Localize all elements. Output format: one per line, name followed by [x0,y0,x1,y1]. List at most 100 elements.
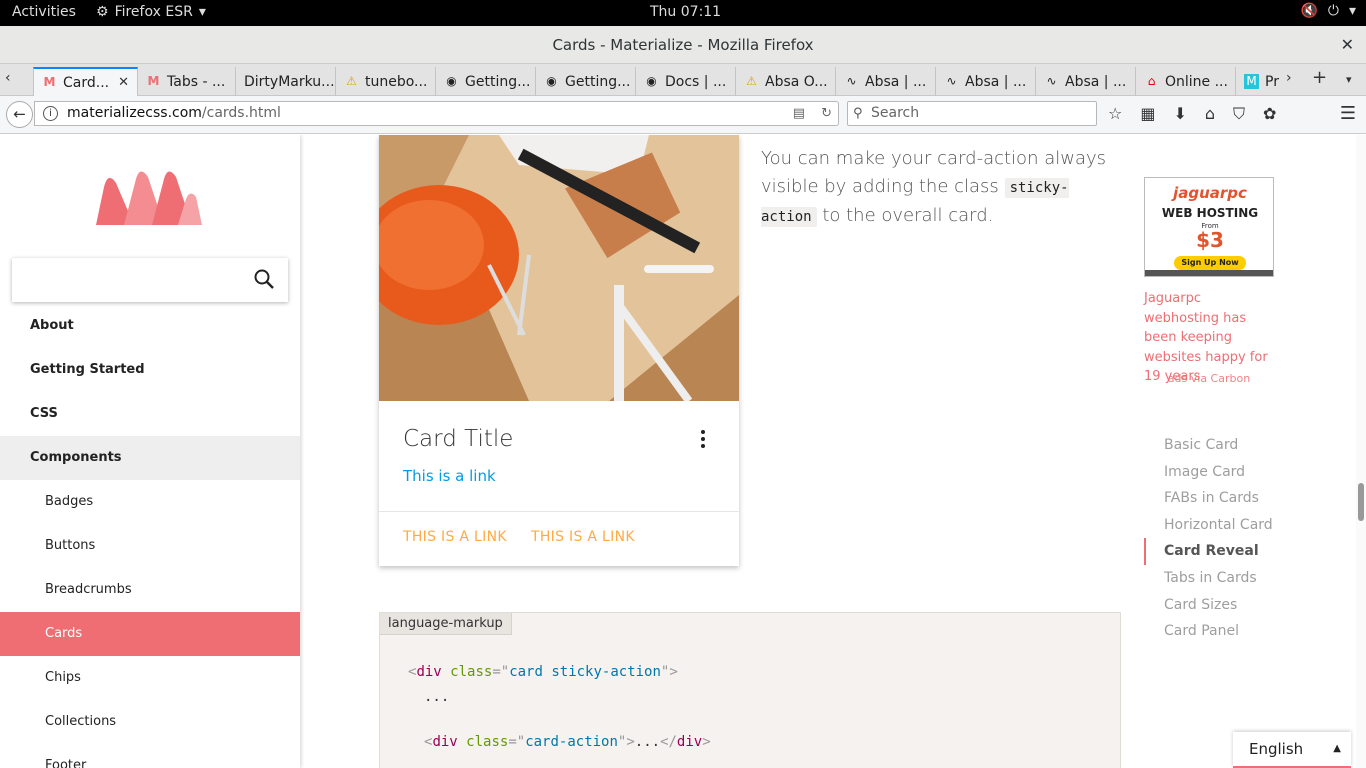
toc-item-fabs-in-cards[interactable]: FABs in Cards [1144,485,1304,512]
code-language-label: language-markup [380,613,512,635]
tab-online[interactable]: ⌂ Online ... [1136,67,1236,96]
toc-item-card-reveal[interactable]: Card Reveal [1144,538,1304,565]
tab-scroll-left-icon[interactable]: ‹ [5,70,11,86]
navigation-toolbar: ← i materializecss.com/cards.html ▤ ↻ ⚲ … [0,96,1366,134]
window-close-button[interactable]: ✕ [1341,26,1354,64]
reload-icon[interactable]: ↻ [821,102,832,125]
tab-getting-2[interactable]: ◉ Getting... [536,67,636,96]
tab-tabs[interactable]: M Tabs - ... [138,67,236,96]
toc-item-horizontal-card[interactable]: Horizontal Card [1144,512,1304,539]
search-placeholder: Search [871,105,920,121]
search-input[interactable]: ⚲ Search [847,101,1097,126]
sidebar-item-collections[interactable]: Collections [0,700,300,744]
app-menu[interactable]: ⚙ Firefox ESR ▾ [96,4,206,20]
sidebar-item-badges[interactable]: Badges [0,480,300,524]
card-link[interactable]: This is a link [403,467,496,485]
site-info-icon[interactable]: i [43,106,58,121]
system-tray[interactable]: 🔇 ⏻ ▾ [1300,3,1356,19]
online-favicon-icon: ⌂ [1147,74,1156,88]
tab-scroll-right-icon[interactable]: › [1286,70,1292,86]
tab-dirtymarkup[interactable]: DirtyMarku... [236,67,336,96]
sidebar-item-breadcrumbs[interactable]: Breadcrumbs [0,568,300,612]
activities-button[interactable]: Activities [12,4,76,20]
scrollbar-thumb[interactable] [1358,483,1364,521]
reader-view-icon[interactable]: ▤ [793,102,805,125]
tab-label: tunebo... [365,73,428,90]
page-scrollbar[interactable] [1356,135,1366,768]
materialize-logo[interactable] [94,165,204,227]
toc-item-tabs-in-cards[interactable]: Tabs in Cards [1144,565,1304,592]
ad-brand: jaguarpc [1173,184,1247,202]
tab-docs[interactable]: ◉ Docs | ... [636,67,736,96]
carbon-ad-image[interactable]: jaguarpc WEB HOSTING From $3 Sign Up Now [1144,177,1274,277]
sidebar-item-cards[interactable]: Cards [0,612,300,656]
side-nav: About Getting Started CSS Components Bad… [0,135,300,768]
materialize-favicon-icon: M [43,75,56,89]
code-line-3: <div class="card-action">...</div> [424,734,711,750]
sidebar-item-getting-started[interactable]: Getting Started [0,348,300,392]
language-value: English [1249,740,1304,758]
search-icon[interactable] [252,267,276,291]
extension-icon[interactable]: ✿ [1263,104,1276,124]
url-bar[interactable]: i materializecss.com/cards.html ▤ ↻ [34,101,839,126]
sidebar-search-input[interactable] [12,258,288,302]
github-icon: ◉ [446,74,457,88]
back-button[interactable]: ← [6,101,33,128]
code-attr: class [466,734,509,750]
ad-cta-button[interactable]: Sign Up Now [1174,256,1246,270]
tab-label: Pr [1265,73,1279,90]
chevron-down-icon: ▾ [1348,3,1356,19]
absa-favicon-icon: ∿ [1046,74,1057,88]
sidebar-item-about[interactable]: About [0,304,300,348]
toc-item-basic-card[interactable]: Basic Card [1144,432,1304,459]
toc-item-image-card[interactable]: Image Card [1144,459,1304,486]
card-action-link-1[interactable]: THIS IS A LINK [403,529,507,545]
more-vert-icon[interactable] [697,428,709,454]
system-top-bar: Activities ⚙ Firefox ESR ▾ Thu 07:11 🔇 ⏻… [0,0,1366,26]
code-tag: div [416,664,442,680]
window-title: Cards - Materialize - Mozilla Firefox [552,36,814,54]
language-select[interactable]: English ▲ [1233,732,1351,768]
url-path: /cards.html [201,105,281,121]
clock[interactable]: Thu 07:11 [650,4,721,20]
tab-label: Absa | ... [1065,73,1127,90]
tab-label: Docs | ... [665,73,727,90]
sidebar-item-components[interactable]: Components [0,436,300,480]
sidebar-item-buttons[interactable]: Buttons [0,524,300,568]
web-page: About Getting Started CSS Components Bad… [0,135,1366,768]
github-icon: ◉ [646,74,657,88]
bookmark-star-icon[interactable]: ☆ [1108,104,1122,124]
sidebar-item-chips[interactable]: Chips [0,656,300,700]
hamburger-menu-icon[interactable]: ☰ [1340,103,1356,124]
tab-absa-2[interactable]: ∿ Absa | ... [936,67,1036,96]
tab-absa-o[interactable]: ⚠ Absa O... [736,67,836,96]
pocket-icon[interactable]: ⛉ [1233,104,1245,124]
absa-favicon-icon: ∿ [946,74,957,88]
ad-carbon-link[interactable]: ads via Carbon [1144,372,1274,385]
tab-absa-1[interactable]: ∿ Absa | ... [836,67,936,96]
firefox-app-icon: ⚙ [96,4,109,20]
tab-pr[interactable]: M Pr [1236,67,1282,96]
m-favicon-icon: M [1244,74,1259,89]
sidebar-item-css[interactable]: CSS [0,392,300,436]
section-description: You can make your card-action always vis… [761,145,1121,231]
sidebar-item-footer[interactable]: Footer [0,744,300,768]
tab-list-chevron-icon[interactable]: ▾ [1346,73,1352,86]
close-tab-icon[interactable]: ✕ [118,75,129,90]
card-action-link-2[interactable]: THIS IS A LINK [531,529,635,545]
bookmarks-library-icon[interactable]: ▦ [1140,104,1155,124]
tab-cards[interactable]: M Card... ✕ [33,67,138,96]
tab-absa-3[interactable]: ∿ Absa | ... [1036,67,1136,96]
tab-tunebo[interactable]: ⚠ tunebo... [336,67,436,96]
tab-getting-1[interactable]: ◉ Getting... [436,67,536,96]
card-image [379,135,739,401]
new-tab-icon[interactable]: + [1312,67,1327,88]
downloads-icon[interactable]: ⬇ [1173,104,1186,124]
power-icon: ⏻ [1327,3,1339,19]
tab-label: Getting... [465,73,531,90]
home-icon[interactable]: ⌂ [1205,104,1215,124]
toolbar-icons: ☆ ▦ ⬇ ⌂ ⛉ ✿ [1108,104,1276,124]
caret-up-icon: ▲ [1333,743,1341,754]
toc-item-card-sizes[interactable]: Card Sizes [1144,592,1304,619]
toc-item-card-panel[interactable]: Card Panel [1144,618,1304,645]
